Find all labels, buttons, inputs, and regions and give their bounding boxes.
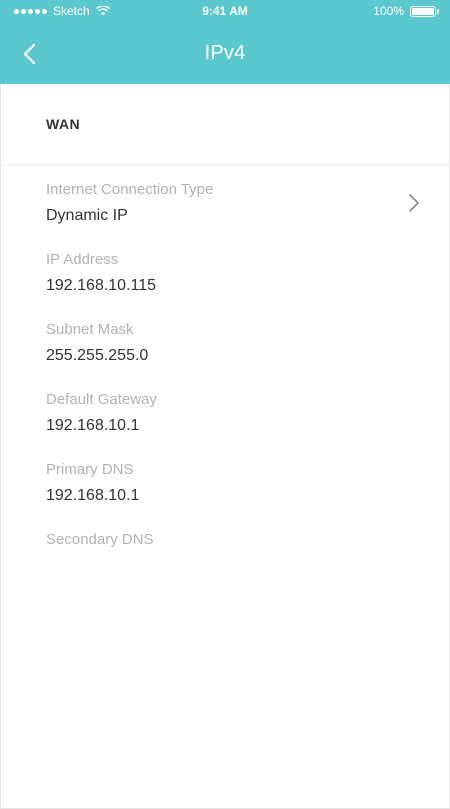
section-header-wan: WAN xyxy=(0,84,450,165)
field-default-gateway: Default Gateway 192.168.10.1 xyxy=(0,375,450,445)
battery-label: 100% xyxy=(373,4,404,18)
chevron-right-icon[interactable] xyxy=(408,193,420,213)
section-title: WAN xyxy=(46,116,81,132)
nav-bar: IPv4 xyxy=(0,22,450,84)
field-internet-connection-type[interactable]: Internet Connection Type Dynamic IP xyxy=(0,165,450,235)
battery-icon xyxy=(410,5,439,17)
status-bar: Sketch 9:41 AM 100% xyxy=(0,0,450,22)
field-primary-dns: Primary DNS 192.168.10.1 xyxy=(0,445,450,515)
field-label: IP Address xyxy=(46,251,119,268)
field-value: 255.255.255.0 xyxy=(46,347,149,364)
field-ip-address: IP Address 192.168.10.115 xyxy=(0,235,450,305)
page-title: IPv4 xyxy=(204,42,246,64)
field-secondary-dns: Secondary DNS xyxy=(0,515,450,585)
content: WAN Internet Connection Type Dynamic IP … xyxy=(0,84,450,585)
field-subnet-mask: Subnet Mask 255.255.255.0 xyxy=(0,305,450,375)
field-label: Internet Connection Type xyxy=(46,181,214,198)
status-right: 100% xyxy=(373,0,439,22)
field-value: 192.168.10.1 xyxy=(46,417,140,434)
screen: Sketch 9:41 AM 100% IPv4 WAN Internet Co… xyxy=(0,0,450,809)
field-label: Default Gateway xyxy=(46,391,157,408)
field-value: 192.168.10.1 xyxy=(46,487,140,504)
top-bar: Sketch 9:41 AM 100% IPv4 xyxy=(0,0,450,84)
field-label: Subnet Mask xyxy=(46,321,134,338)
field-label: Primary DNS xyxy=(46,461,134,478)
field-value: 192.168.10.115 xyxy=(46,277,157,294)
field-value: Dynamic IP xyxy=(46,207,128,224)
field-label: Secondary DNS xyxy=(46,531,154,548)
